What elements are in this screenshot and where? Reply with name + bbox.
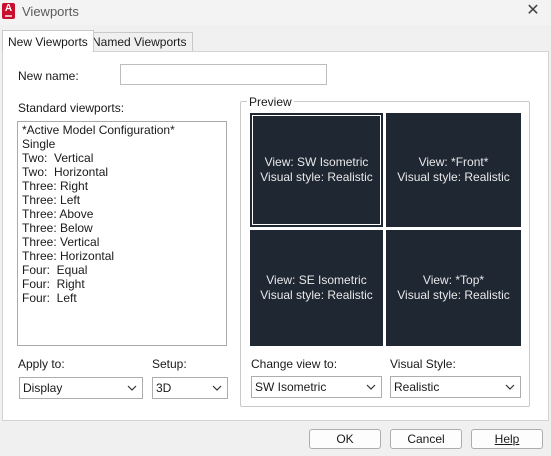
list-item[interactable]: Three: Below xyxy=(18,221,226,235)
list-item[interactable]: Three: Horizontal xyxy=(18,249,226,263)
list-item[interactable]: Four: Right xyxy=(18,277,226,291)
chevron-down-icon xyxy=(126,378,138,398)
standard-viewports-label: Standard viewports: xyxy=(18,101,125,115)
title-bar: Viewports ✕ xyxy=(0,0,551,25)
change-view-to-label: Change view to: xyxy=(251,357,338,371)
list-item[interactable]: Two: Vertical xyxy=(18,151,226,165)
setup-label: Setup: xyxy=(152,357,187,371)
change-view-to-dropdown[interactable]: SW Isometric xyxy=(251,376,382,398)
close-button[interactable]: ✕ xyxy=(523,1,543,21)
apply-to-label: Apply to: xyxy=(18,357,65,371)
window-title: Viewports xyxy=(22,4,79,19)
apply-to-value: Display xyxy=(23,381,63,395)
list-item[interactable]: Three: Above xyxy=(18,207,226,221)
list-item[interactable]: Three: Right xyxy=(18,179,226,193)
viewport-style-text: Visual style: Realistic xyxy=(260,288,373,302)
visual-style-label: Visual Style: xyxy=(390,357,456,371)
viewport-style-text: Visual style: Realistic xyxy=(397,288,510,302)
chevron-down-icon xyxy=(211,378,223,398)
viewport-top-right[interactable]: View: *Front* Visual style: Realistic xyxy=(386,113,521,227)
viewport-view-text: View: SW Isometric xyxy=(264,155,369,169)
viewport-view-text: View: *Front* xyxy=(418,155,489,169)
chevron-down-icon xyxy=(504,377,516,397)
new-name-input[interactable] xyxy=(120,64,327,85)
visual-style-value: Realistic xyxy=(394,380,440,394)
chevron-down-icon xyxy=(365,377,377,397)
tab-named-viewports[interactable]: Named Viewports xyxy=(86,32,193,51)
visual-style-dropdown[interactable]: Realistic xyxy=(390,376,521,398)
viewport-style-text: Visual style: Realistic xyxy=(260,170,373,184)
tab-new-viewports[interactable]: New Viewports xyxy=(2,30,94,52)
list-item[interactable]: Single xyxy=(18,137,226,151)
setup-value: 3D xyxy=(156,381,172,395)
viewport-top-left[interactable]: View: SW Isometric Visual style: Realist… xyxy=(250,113,383,227)
autocad-logo-icon xyxy=(2,3,15,19)
standard-viewports-list[interactable]: *Active Model Configuration* Single Two:… xyxy=(17,121,227,346)
setup-dropdown[interactable]: 3D xyxy=(152,377,228,399)
viewport-bottom-left[interactable]: View: SE Isometric Visual style: Realist… xyxy=(250,230,383,346)
viewport-bottom-right[interactable]: View: *Top* Visual style: Realistic xyxy=(386,230,521,346)
list-item[interactable]: Four: Equal xyxy=(18,263,226,277)
list-item[interactable]: Three: Vertical xyxy=(18,235,226,249)
preview-grid: View: SW Isometric Visual style: Realist… xyxy=(250,113,521,346)
viewport-style-text: Visual style: Realistic xyxy=(397,170,510,184)
list-item[interactable]: Two: Horizontal xyxy=(18,165,226,179)
apply-to-dropdown[interactable]: Display xyxy=(19,377,143,399)
change-view-to-value: SW Isometric xyxy=(255,380,327,394)
help-button[interactable]: Help xyxy=(471,429,543,449)
new-name-label: New name: xyxy=(18,69,79,83)
list-item[interactable]: *Active Model Configuration* xyxy=(18,123,226,137)
cancel-button[interactable]: Cancel xyxy=(390,429,462,449)
list-item[interactable]: Three: Left xyxy=(18,193,226,207)
viewport-view-text: View: SE Isometric xyxy=(266,273,367,287)
ok-button[interactable]: OK xyxy=(309,429,381,449)
list-item[interactable]: Four: Left xyxy=(18,291,226,305)
preview-label: Preview xyxy=(247,95,294,109)
viewport-view-text: View: *Top* xyxy=(422,273,485,287)
